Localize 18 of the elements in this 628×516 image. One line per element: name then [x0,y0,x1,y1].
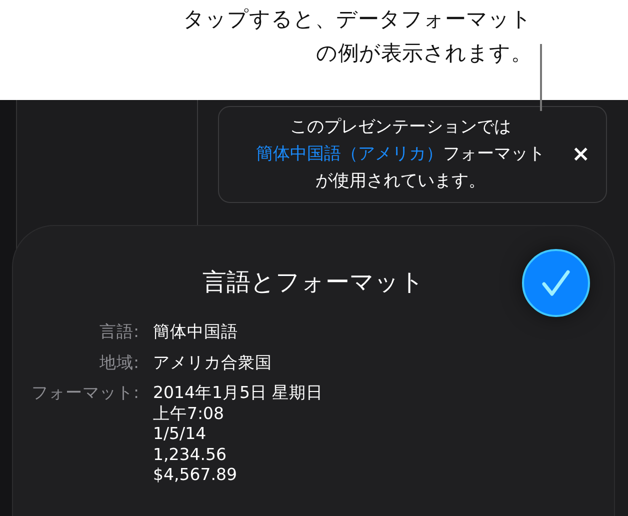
banner-message: このプレゼンテーションでは 簡体中国語（アメリカ）フォーマットが使用されています。 [254,116,546,193]
leader-line [540,44,542,111]
row-label: 地域: [98,352,139,373]
sheet-title: 言語とフォーマット [202,267,424,296]
row-value: 簡体中国語 [153,322,239,342]
row-value: 1,234.56 [153,444,228,465]
close-button[interactable]: × [568,142,594,167]
format-link[interactable]: 簡体中国語（アメリカ） [256,144,443,164]
row-label: フォーマット: [30,383,139,404]
checkmark-icon [541,269,571,297]
row-value: $4,567.89 [153,465,238,486]
callout-text: タップすると、データフォーマット [183,6,532,33]
row-value: アメリカ合衆国 [153,352,273,373]
row-value: 1/5/14 [153,424,208,444]
row-value: 上午7:08 [153,404,226,424]
row-value: 2014年1月5日 星期日 [153,383,324,404]
callout-text: の例が表示されます。 [316,40,532,67]
row-label: 言語: [98,322,139,342]
